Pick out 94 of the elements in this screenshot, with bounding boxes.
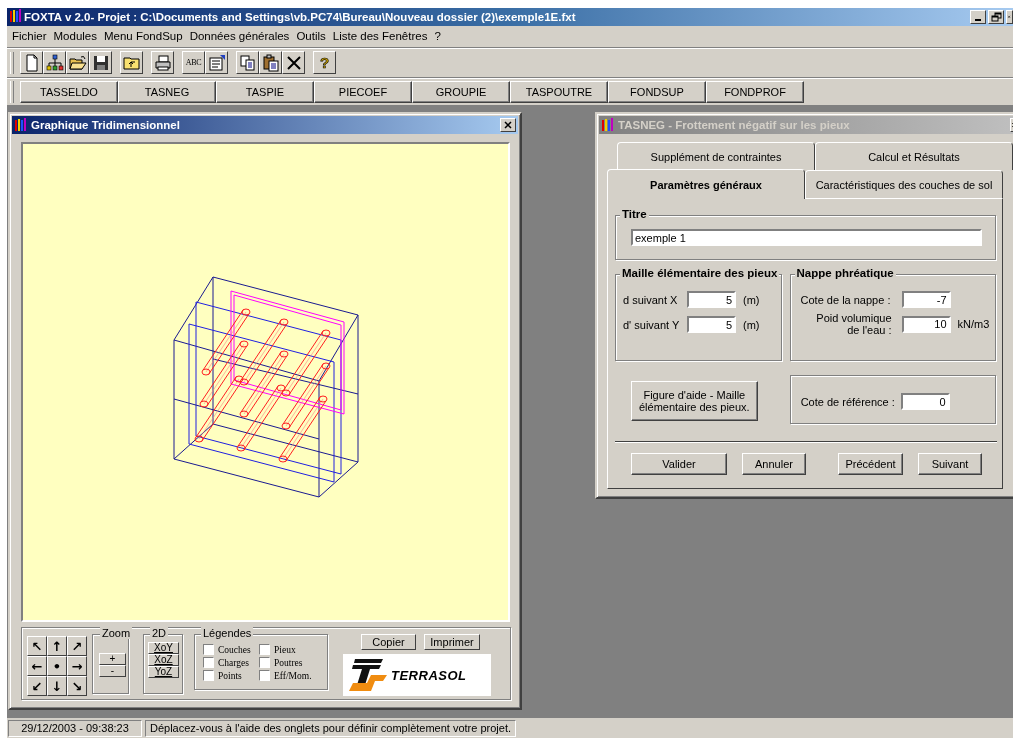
title-field[interactable]: exemple 1 xyxy=(631,229,982,246)
arrow-button[interactable]: ↑ xyxy=(47,636,67,656)
spellcheck-button[interactable]: ABC xyxy=(182,51,205,74)
restore-icon xyxy=(989,11,1003,23)
toolbar-button[interactable] xyxy=(236,51,259,74)
app-logo-icon xyxy=(601,118,614,132)
module-button[interactable]: FONDPROF xyxy=(706,81,804,103)
toolbar-button[interactable] xyxy=(43,51,66,74)
toolbar-button[interactable] xyxy=(66,51,89,74)
printer-icon xyxy=(153,53,172,72)
toolbar-button[interactable] xyxy=(20,51,43,74)
hierarchy-icon xyxy=(45,53,64,72)
module-button[interactable]: PIECOEF xyxy=(314,81,412,103)
toolbar-button[interactable] xyxy=(120,51,143,74)
module-button[interactable]: GROUPIE xyxy=(412,81,510,103)
checkbox-label: Eff/Mom. xyxy=(274,670,312,681)
number-field[interactable]: -7 xyxy=(901,291,951,308)
menu-item[interactable]: Outils xyxy=(293,28,330,43)
window-title: FOXTA v 2.0- Projet : C:\Documents and Settings\vb.PC74\Bureau\Nouveau dossier (2)\exemple1E.fxt xyxy=(24,11,577,23)
toolbar-button[interactable] xyxy=(89,51,112,74)
arrow-button[interactable]: ↘ xyxy=(67,676,87,696)
arrow-button[interactable]: ↗ xyxy=(67,636,87,656)
checkbox-label: Charges xyxy=(218,657,249,668)
checkbox[interactable] xyxy=(259,644,270,655)
panel-button[interactable]: Imprimer xyxy=(424,634,480,650)
field-label: Poid volumique de l'eau : xyxy=(815,312,892,336)
status-time: 29/12/2003 - 09:38:23 xyxy=(8,719,142,737)
toolbar-button[interactable] xyxy=(259,51,282,74)
arrow-button[interactable]: ↓ xyxy=(47,676,67,696)
window-title: Graphique Tridimensionnel xyxy=(31,119,181,131)
menu-item[interactable]: ? xyxy=(431,28,445,43)
checkbox-label: Points xyxy=(218,670,242,681)
view-button[interactable]: YoZ xyxy=(148,666,179,678)
arrow-button[interactable]: ↖ xyxy=(27,636,47,656)
unit-label: (m) xyxy=(743,293,760,306)
menu-item[interactable]: Données générales xyxy=(186,28,294,43)
module-button[interactable]: TASSELDO xyxy=(20,81,118,103)
group-label: Titre xyxy=(620,208,649,220)
module-button[interactable]: TASPIE xyxy=(216,81,314,103)
arrow-button[interactable]: • xyxy=(47,656,67,676)
menu-item[interactable]: Menu FondSup xyxy=(101,28,187,43)
restore-button[interactable] xyxy=(988,10,1004,24)
unit-label: (m) xyxy=(743,318,760,331)
field-label: d suivant X xyxy=(623,293,679,306)
checkbox-label: Couches xyxy=(218,644,251,655)
group-label: Légendes xyxy=(201,627,254,639)
zoom-button[interactable]: - xyxy=(99,665,126,677)
view-button[interactable]: XoZ xyxy=(148,654,179,666)
copy-icon xyxy=(238,53,257,72)
toolbar-button[interactable] xyxy=(282,51,305,74)
group-label: Nappe phréatique xyxy=(794,267,896,279)
checkbox[interactable] xyxy=(203,657,214,668)
checkbox-label: Poutres xyxy=(274,657,303,668)
zoom-button[interactable]: + xyxy=(99,653,126,665)
status-message: Déplacez-vous à l'aide des onglets pour définir complètement votre projet. xyxy=(145,719,517,737)
group-label: Maille élémentaire des pieux xyxy=(620,267,780,279)
toolbar-button[interactable] xyxy=(205,51,228,74)
arrow-button[interactable]: → xyxy=(67,656,87,676)
number-field[interactable]: 5 xyxy=(687,316,736,333)
module-button[interactable]: TASPOUTRE xyxy=(510,81,608,103)
field-label: Cote de la nappe : xyxy=(800,293,892,306)
view-button[interactable]: XoY xyxy=(148,642,179,654)
field-label: Cote de référence : xyxy=(800,395,896,408)
folder-icon xyxy=(68,53,87,72)
menu-item[interactable]: Modules xyxy=(50,28,101,43)
logo-text: TERRASOL xyxy=(391,667,467,683)
app-logo-icon xyxy=(9,9,22,23)
checkbox-label: Pieux xyxy=(274,644,296,655)
minimize-icon xyxy=(975,19,981,21)
arrow-button[interactable]: ← xyxy=(27,656,47,676)
number-field[interactable]: 0 xyxy=(900,393,950,410)
module-button[interactable]: FONDSUP xyxy=(608,81,706,103)
toolbar-button[interactable] xyxy=(151,51,174,74)
logo-mark-icon xyxy=(347,657,389,693)
menu-item[interactable]: Liste des Fenêtres xyxy=(329,28,432,43)
minimize-button[interactable] xyxy=(970,10,986,24)
cross-icon xyxy=(284,53,303,72)
checkbox[interactable] xyxy=(203,644,214,655)
checkbox[interactable] xyxy=(259,670,270,681)
number-field[interactable]: 10 xyxy=(901,315,951,333)
arrow-button[interactable]: ↙ xyxy=(27,676,47,696)
checkbox[interactable] xyxy=(203,670,214,681)
app-logo-icon xyxy=(14,118,27,132)
properties-icon xyxy=(207,53,226,72)
menu-item[interactable]: Fichier xyxy=(9,28,51,43)
number-field[interactable]: 5 xyxy=(687,291,736,308)
panel-button[interactable]: Copier xyxy=(361,634,416,650)
field-label: d' suivant Y xyxy=(623,318,681,331)
group-label: Zoom xyxy=(100,627,133,639)
checkbox[interactable] xyxy=(259,657,270,668)
clipboard-icon xyxy=(261,53,280,72)
unit-label: kN/m3 xyxy=(957,318,990,330)
group-label: 2D xyxy=(150,627,169,639)
module-button[interactable]: TASNEG xyxy=(118,81,216,103)
